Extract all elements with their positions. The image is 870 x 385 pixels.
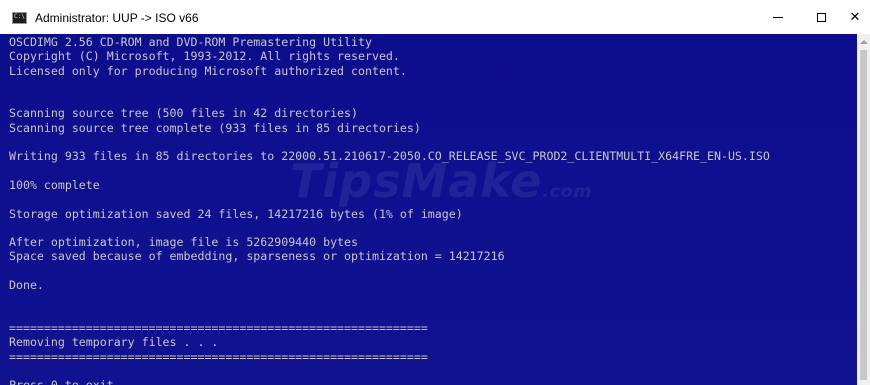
scroll-thumb[interactable] bbox=[860, 50, 867, 380]
console-line: Done. bbox=[9, 278, 44, 293]
console-line: OSCDIMG 2.56 CD-ROM and DVD-ROM Premaste… bbox=[9, 35, 372, 49]
close-icon: ✕ bbox=[849, 9, 861, 25]
window-title: Administrator: UUP -> ISO v66 bbox=[35, 11, 199, 25]
minimize-button[interactable] bbox=[755, 0, 801, 34]
console-line: Press 0 to exit. bbox=[9, 378, 854, 385]
minimize-icon bbox=[773, 16, 783, 18]
console-window: Administrator: UUP -> ISO v66 ✕ TipsMake… bbox=[0, 0, 870, 385]
console-output-area[interactable]: TipsMake.com OSCDIMG 2.56 CD-ROM and DVD… bbox=[0, 34, 870, 385]
maximize-button[interactable] bbox=[798, 0, 844, 34]
console-line: Scanning source tree (500 files in 42 di… bbox=[9, 106, 359, 121]
vertical-scrollbar[interactable] bbox=[857, 34, 870, 385]
console-line: After optimization, image file is 526290… bbox=[9, 235, 359, 250]
console-line: Scanning source tree complete (933 files… bbox=[9, 120, 421, 135]
console-line: Removing temporary files . . . bbox=[9, 335, 219, 350]
console-text: OSCDIMG 2.56 CD-ROM and DVD-ROM Premaste… bbox=[9, 35, 854, 385]
console-line: Space saved because of embedding, sparse… bbox=[9, 249, 505, 264]
console-icon[interactable] bbox=[12, 12, 27, 24]
console-line: Writing 933 files in 85 directories to 2… bbox=[9, 149, 770, 164]
close-button[interactable]: ✕ bbox=[840, 0, 870, 34]
scroll-up-arrow-icon[interactable] bbox=[860, 40, 868, 44]
console-line: Copyright (C) Microsoft, 1993-2012. All … bbox=[9, 49, 400, 64]
title-bar[interactable]: Administrator: UUP -> ISO v66 ✕ bbox=[0, 0, 870, 34]
console-line: ========================================… bbox=[9, 349, 428, 364]
console-line: Storage optimization saved 24 files, 142… bbox=[9, 206, 463, 221]
maximize-icon bbox=[816, 12, 826, 22]
console-line: 100% complete bbox=[9, 177, 100, 192]
console-line: ========================================… bbox=[9, 320, 428, 335]
console-line: Licensed only for producing Microsoft au… bbox=[9, 63, 407, 78]
